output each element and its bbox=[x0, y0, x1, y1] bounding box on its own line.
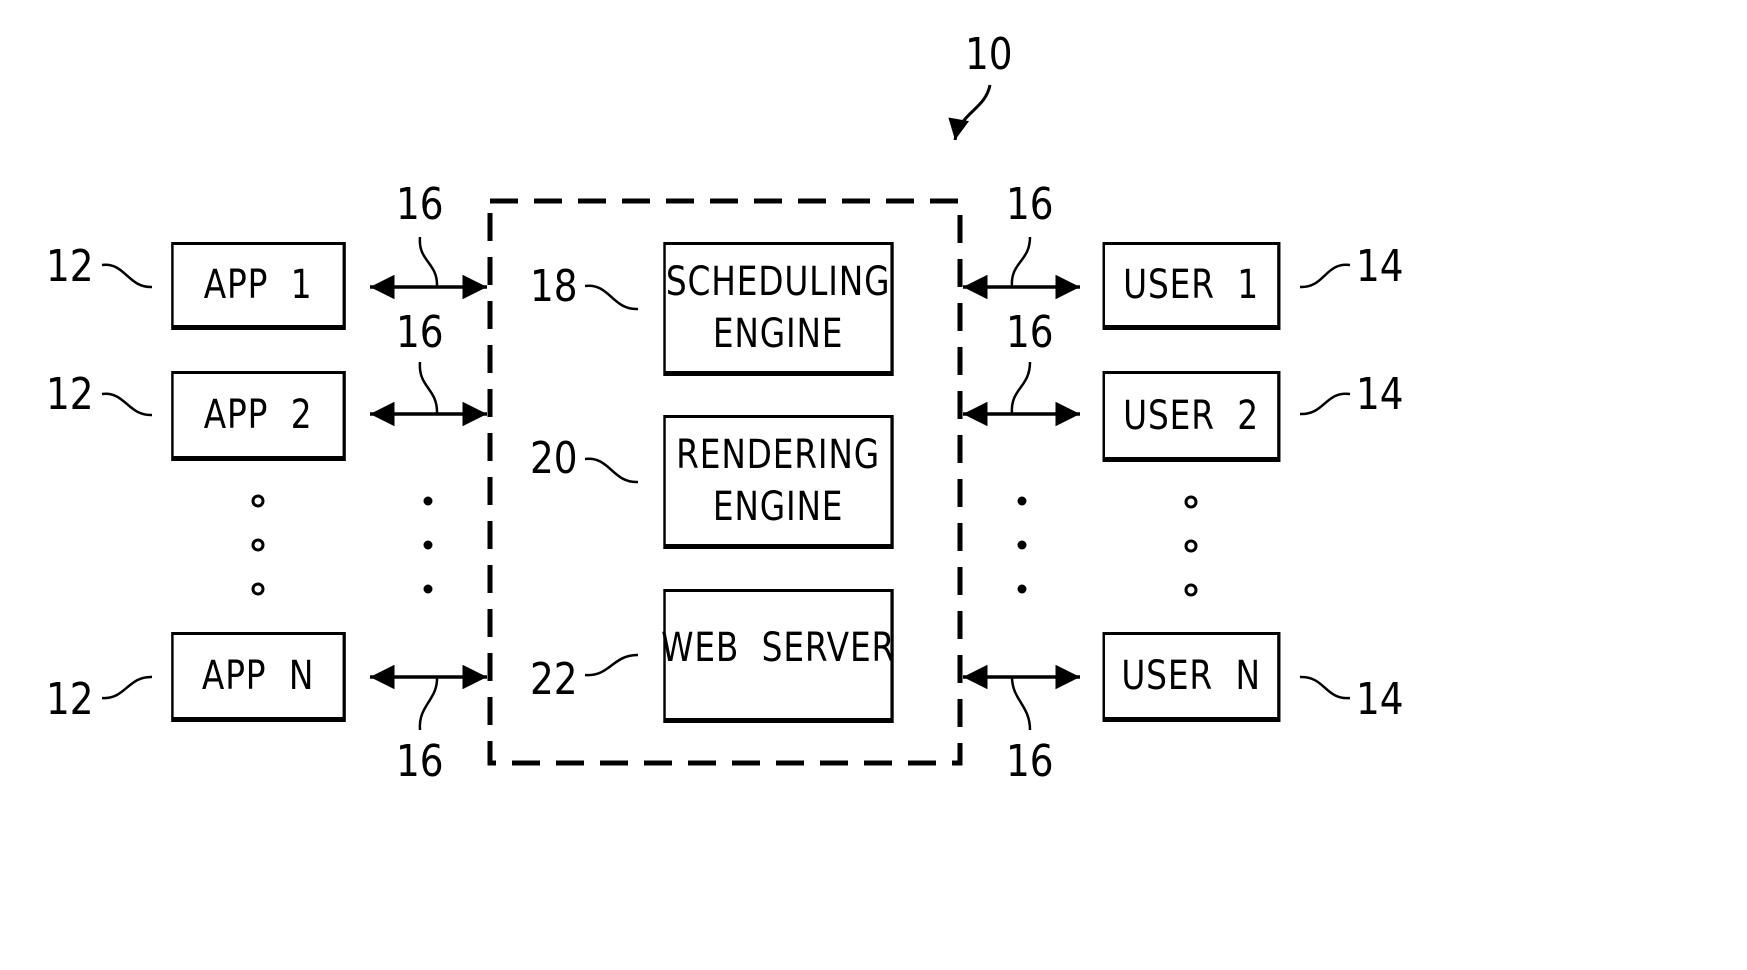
ellipsis-user-links bbox=[1017, 496, 1027, 594]
leader-16-user-1 bbox=[1010, 236, 1032, 288]
ref-link-user-1: 16 bbox=[1006, 179, 1054, 230]
ref-link-user-2: 16 bbox=[1006, 307, 1054, 358]
user-box-2: USER 2 bbox=[1102, 371, 1281, 462]
user-box-label: USER 1 bbox=[1123, 262, 1259, 308]
leader-14-user-2 bbox=[1299, 392, 1351, 416]
leader-18-scheduling bbox=[584, 284, 639, 311]
user-box-label: USER 2 bbox=[1123, 392, 1259, 439]
user-box-1: USER 1 bbox=[1102, 242, 1281, 330]
scheduling-engine-box: SCHEDULING ENGINE bbox=[663, 242, 894, 376]
leader-16-app-1 bbox=[418, 236, 439, 288]
app-box-label: APP 1 bbox=[203, 262, 313, 308]
leader-14-user-1 bbox=[1299, 263, 1351, 289]
leader-12-app-2 bbox=[101, 392, 153, 417]
leader-16-user-2 bbox=[1010, 361, 1032, 415]
rendering-engine-box: RENDERING ENGINE bbox=[663, 415, 894, 549]
user-box-label: USER N bbox=[1121, 653, 1261, 699]
engine-label-line: ENGINE bbox=[712, 311, 844, 357]
ellipsis-dot bbox=[251, 582, 265, 596]
user-box-n: USER N bbox=[1102, 632, 1281, 722]
leader-12-app-1 bbox=[101, 263, 153, 289]
ellipsis-apps bbox=[251, 494, 265, 596]
ref-scheduling-engine: 18 bbox=[530, 261, 578, 312]
ellipsis-dot bbox=[1184, 539, 1198, 553]
ref-app-2: 12 bbox=[46, 369, 94, 420]
ref-link-app-1: 16 bbox=[396, 179, 444, 230]
leader-16-app-2 bbox=[418, 361, 439, 415]
ellipsis-dot bbox=[1184, 495, 1198, 509]
ellipsis-app-links bbox=[423, 496, 433, 594]
ellipsis-dot bbox=[1184, 583, 1198, 597]
leader-20-rendering bbox=[584, 457, 639, 484]
ref-web-server: 22 bbox=[530, 654, 578, 705]
ellipsis-dot bbox=[423, 540, 433, 550]
engine-label-line: RENDERING bbox=[676, 432, 881, 478]
leader-22-web-server bbox=[584, 653, 639, 677]
leader-12-app-n bbox=[101, 675, 153, 700]
ellipsis-dot bbox=[423, 584, 433, 594]
ellipsis-dot bbox=[251, 494, 265, 508]
app-box-label: APP 2 bbox=[203, 392, 313, 438]
ref-app-1: 12 bbox=[46, 241, 94, 292]
ref-user-n: 14 bbox=[1356, 674, 1404, 725]
engine-label-line: ENGINE bbox=[712, 484, 844, 530]
web-server-box: WEB SERVER bbox=[661, 589, 896, 723]
engine-label-line: WEB SERVER bbox=[661, 625, 896, 671]
ref-system: 10 bbox=[965, 29, 1013, 80]
ellipsis-users bbox=[1184, 495, 1198, 597]
ref-link-app-2: 16 bbox=[396, 307, 444, 358]
ref-user-2: 14 bbox=[1356, 369, 1404, 420]
ref-link-user-n: 16 bbox=[1006, 736, 1054, 787]
app-box-n: APP N bbox=[171, 632, 346, 722]
app-box-label: APP N bbox=[201, 653, 315, 699]
ellipsis-dot bbox=[423, 496, 433, 506]
ref-link-app-n: 16 bbox=[396, 736, 444, 787]
ellipsis-dot bbox=[1017, 584, 1027, 594]
leader-16-app-n bbox=[418, 676, 439, 731]
ellipsis-dot bbox=[251, 538, 265, 552]
ellipsis-dot bbox=[1017, 496, 1027, 506]
leader-16-user-n bbox=[1010, 676, 1032, 731]
leader-14-user-n bbox=[1299, 675, 1351, 700]
app-box-1: APP 1 bbox=[171, 242, 346, 330]
ref-rendering-engine: 20 bbox=[530, 433, 578, 484]
ellipsis-dot bbox=[1017, 540, 1027, 550]
engine-label-line: SCHEDULING bbox=[665, 259, 891, 305]
ref-app-n: 12 bbox=[46, 674, 94, 725]
app-box-2: APP 2 bbox=[171, 371, 346, 461]
system-ref-arrow bbox=[948, 84, 992, 141]
ref-user-1: 14 bbox=[1356, 241, 1404, 292]
